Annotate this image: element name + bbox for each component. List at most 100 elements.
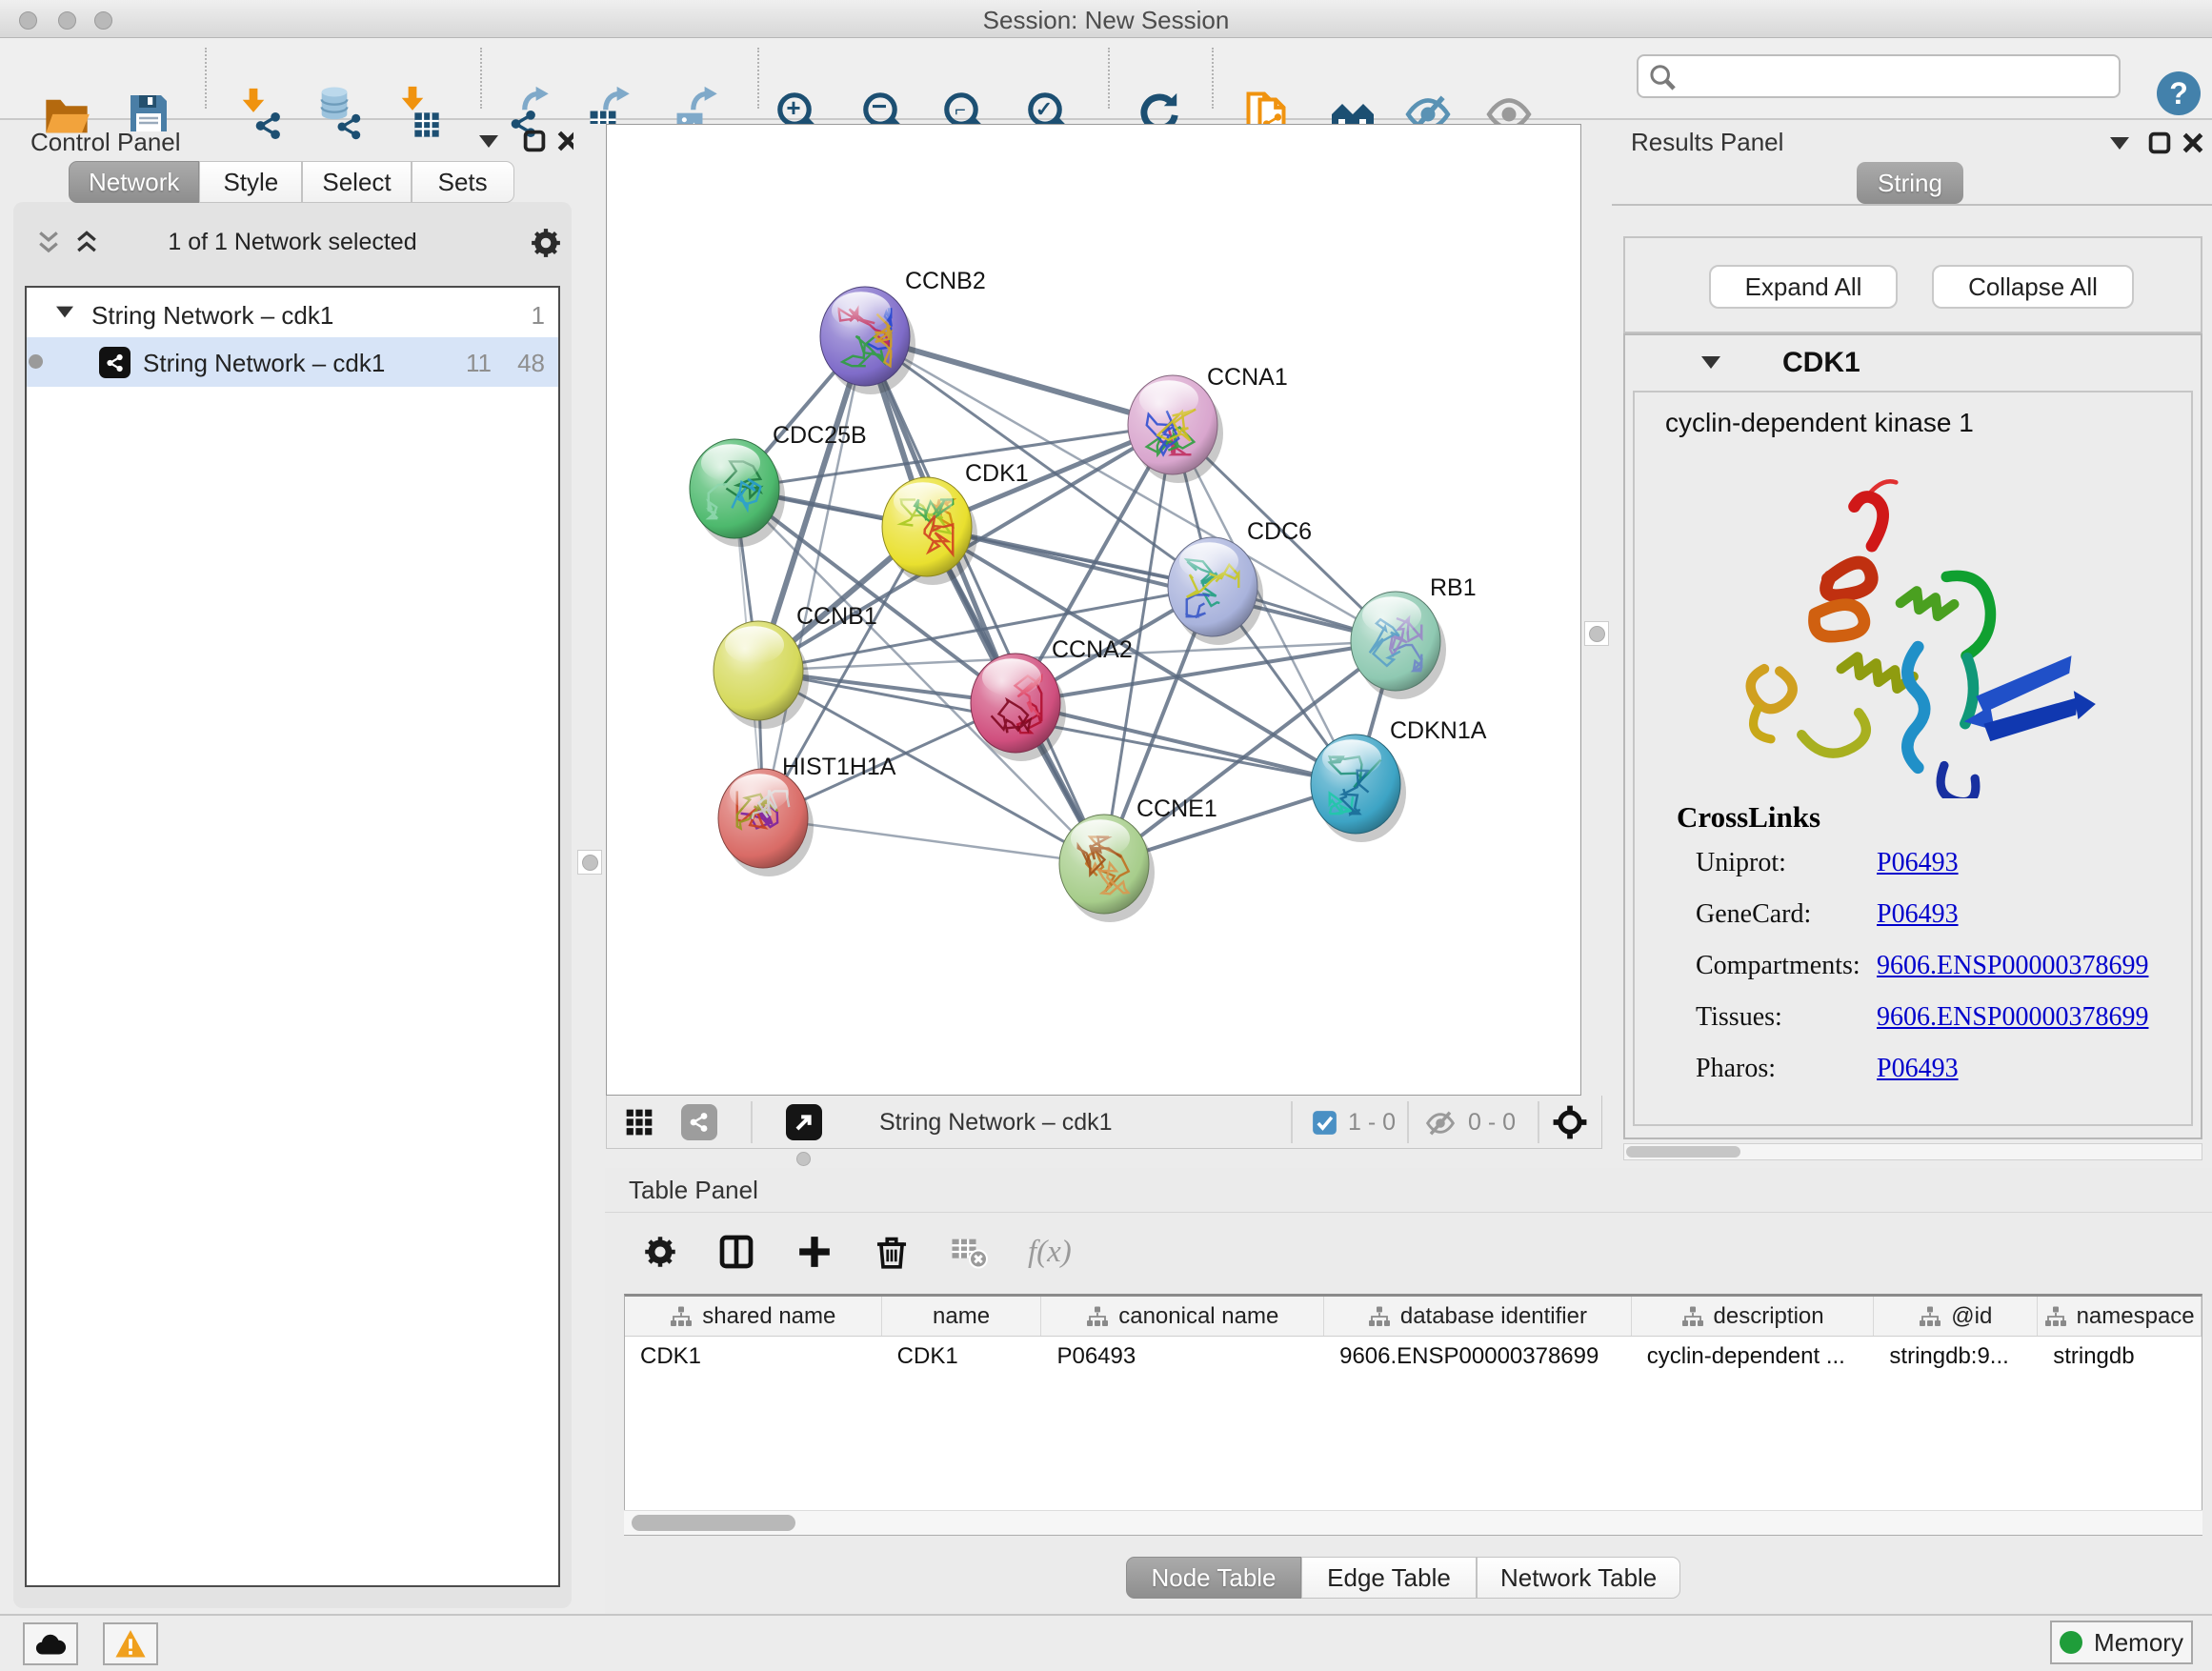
gene-name: CDK1: [1782, 347, 1860, 379]
crosslink-link[interactable]: P06493: [1877, 1054, 1959, 1083]
crosslink-link[interactable]: P06493: [1877, 899, 1959, 929]
right-splitter[interactable]: [1581, 124, 1612, 1149]
crosslink-link[interactable]: 9606.ENSP00000378699: [1877, 1002, 2148, 1032]
column-header-name[interactable]: name: [882, 1297, 1042, 1336]
cloud-sync-button[interactable]: [23, 1622, 78, 1665]
table-cell[interactable]: CDK1: [882, 1337, 1042, 1379]
node-label-CCNA2: CCNA2: [1052, 636, 1133, 663]
table-cell[interactable]: 9606.ENSP00000378699: [1324, 1337, 1632, 1379]
column-header-canonical-name[interactable]: canonical name: [1041, 1297, 1324, 1336]
splitter-handle[interactable]: [796, 1152, 811, 1166]
column-type-icon: [670, 1305, 693, 1328]
network-collection-label: String Network – cdk1: [91, 301, 333, 331]
column-header-namespace[interactable]: namespace: [2038, 1297, 2202, 1336]
delete-column-trash-icon[interactable]: [874, 1234, 910, 1270]
network-node-HIST1H1A[interactable]: HIST1H1A: [718, 754, 896, 876]
gene-header-row[interactable]: CDK1: [1625, 335, 2201, 391]
control-panel: Control Panel NetworkStyleSelectSets 1 o…: [10, 124, 573, 1610]
show-columns-icon[interactable]: [717, 1233, 755, 1271]
collapse-all-button[interactable]: Collapse All: [1932, 265, 2134, 309]
tab-string[interactable]: String: [1857, 162, 1963, 204]
panel-menu-icon[interactable]: [2110, 137, 2129, 150]
network-node-CDKN1A[interactable]: CDKN1A: [1311, 717, 1487, 842]
memory-button[interactable]: Memory: [2050, 1621, 2193, 1664]
node-label-CCNE1: CCNE1: [1136, 795, 1217, 822]
network-options-gear-icon[interactable]: [530, 227, 562, 259]
help-button[interactable]: ?: [2157, 71, 2201, 115]
warnings-button[interactable]: [103, 1622, 158, 1665]
table-cell[interactable]: stringdb: [2038, 1337, 2202, 1379]
table-horizontal-scrollbar[interactable]: [624, 1510, 2202, 1535]
results-panel-title: Results Panel: [1631, 128, 1783, 157]
network-status-dot: [29, 354, 43, 369]
toolbar-separator: [205, 48, 207, 109]
create-column-icon[interactable]: [795, 1233, 834, 1271]
main-toolbar: + − ⌐ ✓ ?: [0, 38, 2212, 120]
column-type-icon: [1919, 1305, 1941, 1328]
tab-select[interactable]: Select: [302, 161, 411, 203]
results-panel: Results Panel String Expand All Collapse…: [1612, 124, 2212, 1149]
network-collection-row[interactable]: String Network – cdk1 1: [27, 290, 558, 337]
column-header-@id[interactable]: @id: [1874, 1297, 2038, 1336]
table-options-gear-icon[interactable]: [643, 1235, 677, 1269]
network-node-RB1[interactable]: RB1: [1351, 574, 1477, 699]
network-edge[interactable]: [927, 527, 1396, 641]
selected-checkbox-icon[interactable]: [1312, 1110, 1337, 1136]
column-header-description[interactable]: description: [1632, 1297, 1875, 1336]
table-cell[interactable]: P06493: [1041, 1337, 1324, 1379]
panel-menu-icon[interactable]: [479, 135, 498, 148]
node-table[interactable]: shared namenamecanonical namedatabase id…: [624, 1294, 2202, 1536]
crosslink-row: Pharos:P06493: [1696, 1054, 2172, 1105]
panel-close-icon[interactable]: [2182, 131, 2204, 154]
node-gloss: [1071, 819, 1130, 857]
column-header-shared-name[interactable]: shared name: [625, 1297, 882, 1336]
network-badge-icon[interactable]: [681, 1104, 717, 1140]
warning-icon: [114, 1628, 147, 1661]
network-node-CCNB2[interactable]: CCNB2: [820, 268, 986, 394]
results-scrollbar[interactable]: [1623, 1143, 2202, 1160]
collapse-triangle-icon[interactable]: [1701, 356, 1720, 369]
network-row-selected[interactable]: String Network – cdk1 11 48: [27, 337, 558, 387]
tab-node-table[interactable]: Node Table: [1126, 1557, 1301, 1599]
search-box: [1637, 54, 2121, 98]
scrollbar-thumb[interactable]: [632, 1515, 795, 1531]
status-bar: Memory: [0, 1614, 2212, 1671]
panel-float-icon[interactable]: [522, 129, 547, 153]
search-icon: [1648, 64, 1677, 92]
tab-network-table[interactable]: Network Table: [1477, 1557, 1680, 1599]
birds-eye-view-icon[interactable]: [1552, 1104, 1588, 1140]
toolbar-separator: [1291, 1101, 1293, 1143]
network-graph[interactable]: CCNB2CCNA1CDC25BCDK1CDC6RB1CCNB1CCNA2CDK…: [607, 125, 1580, 1095]
network-edge[interactable]: [763, 818, 1104, 864]
network-node-CCNA1[interactable]: CCNA1: [1128, 364, 1288, 483]
expand-all-button[interactable]: Expand All: [1709, 265, 1898, 309]
network-edge[interactable]: [865, 336, 1104, 864]
table-row[interactable]: CDK1CDK1P064939606.ENSP00000378699cyclin…: [625, 1337, 2202, 1379]
splitter-handle[interactable]: [1584, 621, 1609, 646]
panel-float-icon[interactable]: [2147, 131, 2172, 155]
network-node-CDC25B[interactable]: CDC25B: [690, 422, 867, 547]
table-cell[interactable]: CDK1: [625, 1337, 882, 1379]
hidden-eye-slash-icon[interactable]: [1420, 1108, 1460, 1138]
tab-sets[interactable]: Sets: [412, 161, 514, 203]
results-content: CDK1 cyclin-dependent kinase 1: [1623, 333, 2202, 1139]
left-splitter[interactable]: [573, 124, 606, 1614]
scrollbar-thumb[interactable]: [1626, 1146, 1740, 1158]
table-cell[interactable]: stringdb:9...: [1874, 1337, 2038, 1379]
tab-style[interactable]: Style: [199, 161, 302, 203]
collapse-triangle-icon[interactable]: [56, 307, 73, 318]
splitter-handle[interactable]: [577, 850, 602, 875]
grid-view-icon[interactable]: [624, 1107, 654, 1137]
protein-structure-image: [1692, 436, 2140, 798]
open-in-new-window-icon[interactable]: [786, 1104, 822, 1140]
crosslink-link[interactable]: 9606.ENSP00000378699: [1877, 951, 2148, 980]
column-header-database-identifier[interactable]: database identifier: [1324, 1297, 1632, 1336]
crosslink-link[interactable]: P06493: [1877, 848, 1959, 877]
cloud-icon: [33, 1627, 68, 1661]
table-cell[interactable]: cyclin-dependent ...: [1632, 1337, 1875, 1379]
network-canvas[interactable]: CCNB2CCNA1CDC25BCDK1CDC6RB1CCNB1CCNA2CDK…: [606, 124, 1581, 1096]
tab-network[interactable]: Network: [69, 161, 199, 203]
search-input[interactable]: [1684, 58, 2113, 94]
collapse-all-icon[interactable]: [34, 229, 63, 257]
tab-edge-table[interactable]: Edge Table: [1301, 1557, 1477, 1599]
